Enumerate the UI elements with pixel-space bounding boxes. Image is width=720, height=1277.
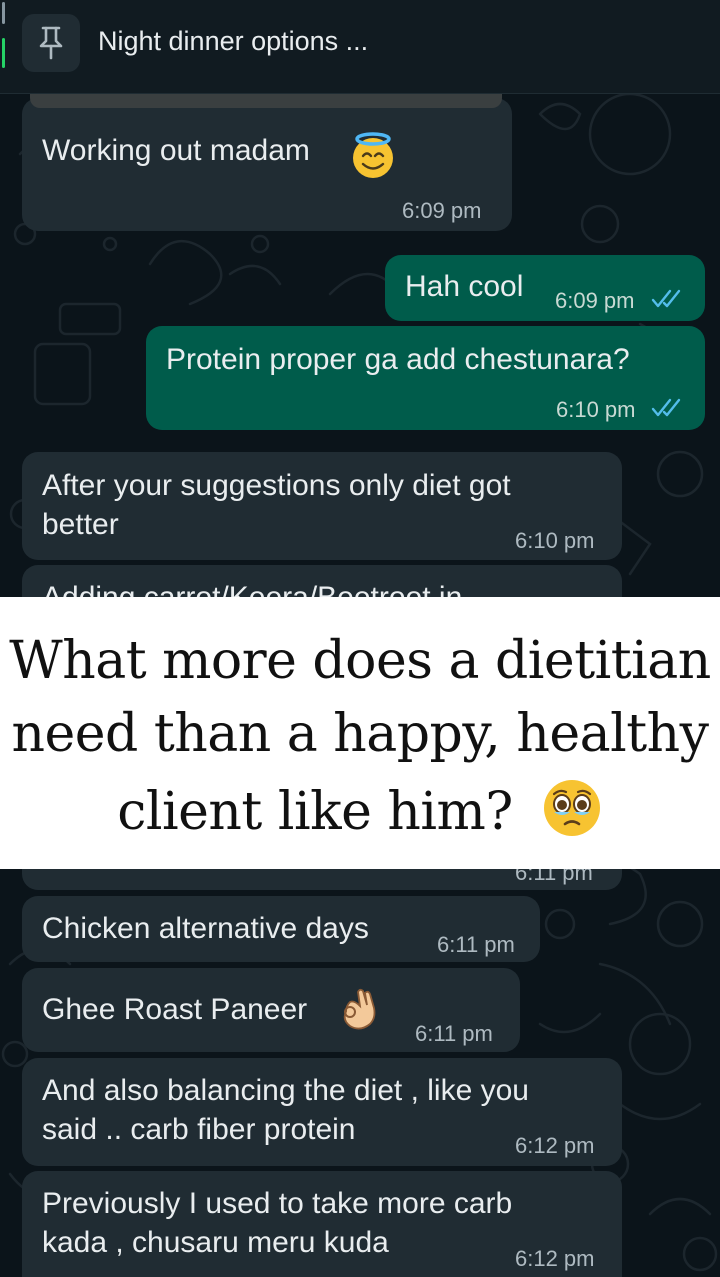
message-timestamp: 6:12 pm [515, 1246, 595, 1271]
smiling-face-with-halo-icon [348, 130, 398, 180]
pin-indicator-inactive [2, 2, 5, 24]
cropped-image-message[interactable] [30, 94, 502, 108]
caption-line: What more does a dietitian [9, 631, 711, 691]
message-bubble-incoming[interactable]: Chicken alternative days 6:11 pm [22, 896, 540, 962]
message-bubble-incoming[interactable]: Working out madam 6:09 pm [22, 98, 512, 231]
pin-icon[interactable] [22, 14, 80, 72]
message-text: Hah cool [405, 270, 524, 303]
ok-hand-icon [338, 988, 378, 1032]
message-text: Ghee Roast Paneer [42, 993, 308, 1026]
message-bubble-incoming[interactable]: Previously I used to take more carb kada… [22, 1171, 622, 1277]
message-timestamp: 6:11 pm [437, 932, 515, 957]
message-text-line: After your suggestions only diet got [42, 469, 511, 502]
message-bubble-outgoing[interactable]: Hah cool 6:09 pm [385, 255, 705, 321]
caption-overlay: What more does a dietitian need than a h… [0, 597, 720, 869]
caption-text: client like him? [117, 782, 513, 842]
message-timestamp: 6:11 pm [415, 1021, 493, 1046]
message-timestamp: 6:09 pm [402, 198, 482, 223]
message-text: Working out madam [42, 134, 310, 167]
face-holding-back-tears-icon [541, 777, 603, 839]
read-receipt-icon [651, 289, 681, 308]
caption-line: need than a happy, healthy [11, 704, 709, 764]
message-bubble-outgoing[interactable]: Protein proper ga add chestunara? 6:10 p… [146, 326, 705, 430]
pinned-message-title: Night dinner options ... [98, 26, 369, 56]
message-timestamp: 6:10 pm [515, 528, 595, 553]
message-timestamp: 6:12 pm [515, 1133, 595, 1158]
message-timestamp: 6:09 pm [555, 288, 635, 313]
message-text-line: And also balancing the diet , like you [42, 1074, 529, 1107]
message-text-line: kada , chusaru meru kuda [42, 1226, 389, 1259]
message-text: Chicken alternative days [42, 912, 369, 945]
message-timestamp: 6:10 pm [556, 397, 636, 422]
message-text: Protein proper ga add chestunara? [166, 343, 630, 376]
message-text-line: better [42, 508, 119, 541]
pin-indicator-active [2, 38, 5, 68]
message-text-line: said .. carb fiber protein [42, 1113, 356, 1146]
message-text-line: Previously I used to take more carb [42, 1187, 513, 1220]
caption-line: client like him? [0, 777, 720, 842]
message-bubble-incoming[interactable]: Ghee Roast Paneer 6:11 pm [22, 968, 520, 1052]
pinned-message-bar[interactable]: Night dinner options ... [0, 0, 720, 94]
read-receipt-icon [651, 398, 681, 417]
message-bubble-incoming[interactable]: And also balancing the diet , like you s… [22, 1058, 622, 1166]
message-bubble-incoming[interactable]: After your suggestions only diet got bet… [22, 452, 622, 560]
